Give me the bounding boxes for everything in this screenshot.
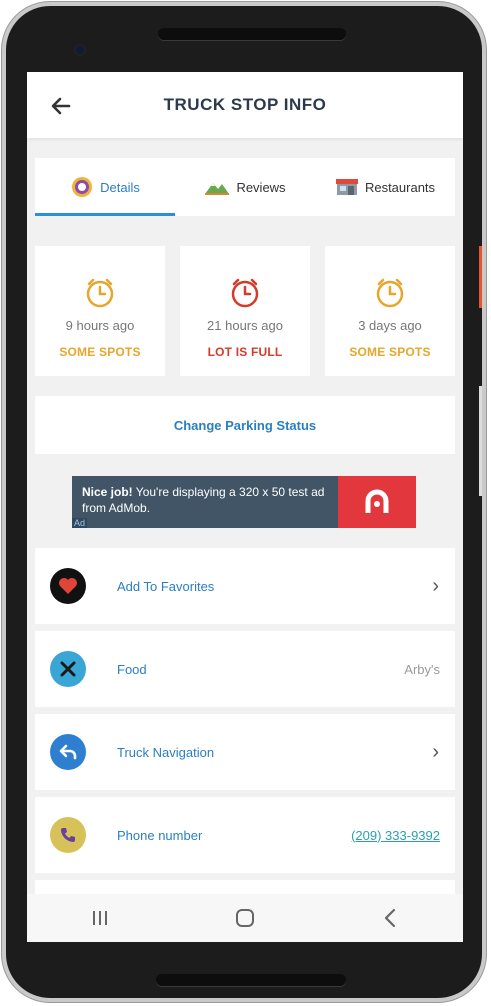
phone-number-link[interactable]: (209) 333-9392 [351,828,440,843]
clock-icon [86,278,114,308]
status-label: SOME SPOTS [59,345,141,359]
tab-reviews[interactable]: Reviews [175,158,315,216]
tab-restaurants-label: Restaurants [364,179,436,195]
food-value: Arby's [404,661,440,677]
front-camera [74,44,86,56]
list-item-favorites[interactable]: Add To Favorites › [35,548,455,624]
tab-restaurants[interactable]: Restaurants [315,158,455,216]
tab-details-label: Details [100,179,140,195]
status-time: 21 hours ago [207,318,283,333]
test-ad-banner[interactable]: Nice job! You're displaying a 320 x 50 t… [72,476,416,528]
list-item-label: Phone number [117,827,203,843]
home-button[interactable] [225,898,265,938]
restaurant-icon [335,177,359,197]
admob-logo [338,476,416,528]
volume-button [479,386,482,496]
list-item-truck-navigation[interactable]: Truck Navigation › [35,714,455,790]
chevron-right-icon: › [432,574,439,597]
ad-headline: Nice job! [82,485,133,499]
list-item-label: Truck Navigation [117,744,215,760]
clock-icon [376,278,404,308]
list-item-food[interactable]: Food Arby's [35,631,455,707]
change-parking-status-button[interactable]: Change Parking Status [35,396,455,454]
app-bar: TRUCK STOP INFO [27,72,463,138]
earpiece-speaker [158,28,346,40]
bottom-speaker [156,974,346,986]
status-label: SOME SPOTS [349,345,431,359]
status-card: 3 days ago SOME SPOTS [325,246,455,376]
back-nav-button[interactable] [370,898,410,938]
tab-details[interactable]: Details [35,158,175,216]
navigation-arrow-icon [50,734,86,770]
utensils-icon [50,651,86,687]
power-button [479,246,482,308]
page-title: TRUCK STOP INFO [163,95,327,114]
details-badge-icon [70,175,94,199]
recent-apps-icon [92,911,107,925]
back-button[interactable] [47,92,75,120]
status-label: LOT IS FULL [207,345,283,359]
phone-icon [50,817,86,853]
list-item-label: Add To Favorites [117,578,215,594]
status-card: 21 hours ago LOT IS FULL [180,246,310,376]
status-time: 3 days ago [358,318,422,333]
details-list: Add To Favorites › Food Arby's Truck Nav… [35,548,455,880]
admob-icon [365,489,389,513]
tab-bar: Details Reviews Restaurants [35,158,455,216]
heart-icon [50,568,86,604]
recent-apps-button[interactable] [80,898,120,938]
list-item-label: Food [117,661,147,677]
chevron-right-icon: › [432,740,439,763]
mountain-icon [204,178,230,196]
list-item-phone[interactable]: Phone number (209) 333-9392 [35,797,455,873]
clock-icon [231,278,259,308]
chevron-left-icon [385,908,396,928]
home-icon [235,909,254,927]
status-card: 9 hours ago SOME SPOTS [35,246,165,376]
ad-text: Nice job! You're displaying a 320 x 50 t… [72,476,338,528]
tab-reviews-label: Reviews [236,179,286,195]
app-screen: TRUCK STOP INFO Details Reviews Restaura… [27,72,463,942]
ad-choices-badge: Ad [72,518,88,528]
back-arrow-icon [51,97,71,115]
status-time: 9 hours ago [65,318,135,333]
parking-status-row: 9 hours ago SOME SPOTS 21 hours ago LOT … [35,246,455,376]
system-nav-bar [27,894,463,942]
